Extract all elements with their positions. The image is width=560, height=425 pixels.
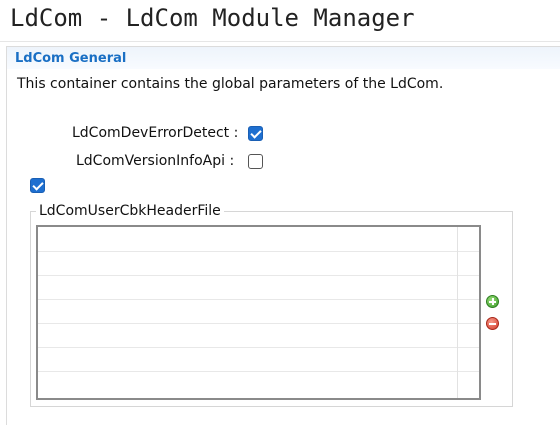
table-column-divider	[457, 227, 458, 398]
section-header[interactable]: LdCom General	[7, 47, 560, 69]
add-circle-icon[interactable]	[486, 295, 499, 308]
param-row-version-info-api: LdComVersionInfoApi :	[0, 152, 270, 172]
section-description: This container contains the global param…	[17, 76, 444, 92]
plus-glyph-vertical	[492, 298, 494, 305]
option-checkbox[interactable]	[30, 178, 45, 193]
title-bar: LdCom - LdCom Module Manager	[0, 0, 560, 42]
table-row[interactable]	[38, 275, 479, 276]
param-row-dev-error-detect: LdComDevErrorDetect :	[0, 124, 270, 144]
table-row[interactable]	[38, 299, 479, 300]
page-title: LdCom - LdCom Module Manager	[10, 4, 415, 32]
table-row[interactable]	[38, 323, 479, 324]
remove-circle-icon[interactable]	[486, 317, 499, 330]
table-row[interactable]	[38, 371, 479, 372]
dev-error-detect-label: LdComDevErrorDetect :	[72, 125, 239, 141]
table-row[interactable]	[38, 347, 479, 348]
user-cbk-header-file-label: LdComUserCbkHeaderFile	[36, 203, 224, 219]
table-row[interactable]	[38, 251, 479, 252]
minus-glyph	[489, 323, 496, 325]
version-info-api-checkbox[interactable]	[248, 154, 263, 169]
user-cbk-header-file-table[interactable]	[36, 225, 481, 400]
dev-error-detect-checkbox[interactable]	[248, 126, 263, 141]
version-info-api-label: LdComVersionInfoApi :	[76, 153, 235, 169]
section-title: LdCom General	[15, 51, 127, 66]
